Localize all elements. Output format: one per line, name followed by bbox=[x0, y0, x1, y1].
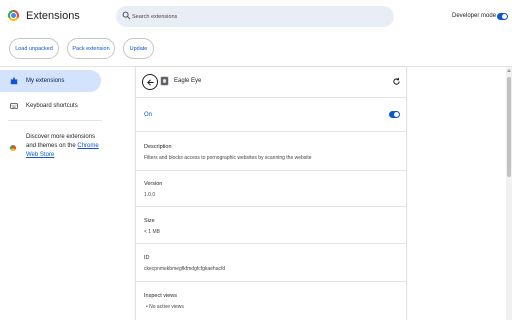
version-value: 1.0.0 bbox=[144, 192, 156, 198]
sidebar-item-my-extensions[interactable]: My extensions bbox=[0, 70, 101, 92]
sidebar-item-label: Keyboard shortcuts bbox=[26, 103, 78, 109]
developer-mode-toggle[interactable] bbox=[497, 13, 508, 20]
inspect-views-text: No active views bbox=[149, 304, 184, 310]
web-store-promo: Discover more extensions and themes on t… bbox=[26, 133, 102, 160]
enabled-status-label: On bbox=[144, 112, 153, 118]
sidebar-divider bbox=[8, 120, 102, 121]
page-title: Extensions bbox=[26, 10, 80, 22]
developer-mode-label: Developer mode bbox=[452, 13, 497, 19]
page-scrollbar[interactable] bbox=[506, 67, 512, 320]
version-label: Version bbox=[144, 181, 163, 187]
section-divider bbox=[136, 97, 406, 98]
scroll-up-arrow-icon[interactable] bbox=[507, 69, 511, 72]
id-label: ID bbox=[144, 255, 150, 261]
scrollbar-thumb[interactable] bbox=[507, 77, 511, 177]
sidebar-item-label: My extensions bbox=[26, 78, 65, 84]
back-button[interactable] bbox=[142, 74, 158, 90]
extension-icon bbox=[160, 76, 169, 86]
load-unpacked-button[interactable]: Load unpacked bbox=[9, 38, 59, 59]
update-button[interactable]: Update bbox=[123, 38, 154, 59]
extension-detail-card: Eagle Eye On Description Filters and blo… bbox=[135, 67, 407, 320]
section-divider bbox=[136, 243, 406, 244]
pack-extension-button[interactable]: Pack extension bbox=[67, 38, 115, 59]
chrome-web-store-icon bbox=[10, 145, 16, 151]
search-input[interactable] bbox=[132, 8, 382, 25]
description-value: Filters and blocks access to pornographi… bbox=[144, 155, 312, 161]
search-icon bbox=[122, 11, 131, 20]
inspect-views-value: • No active views bbox=[146, 304, 184, 310]
extension-name: Eagle Eye bbox=[174, 78, 202, 84]
section-divider bbox=[136, 170, 406, 171]
section-divider bbox=[136, 131, 406, 132]
keyboard-icon bbox=[10, 103, 18, 109]
extension-enable-toggle[interactable] bbox=[389, 111, 400, 118]
reload-icon[interactable] bbox=[392, 77, 401, 86]
description-label: Description bbox=[144, 144, 172, 150]
search-bar[interactable] bbox=[116, 6, 394, 27]
sidebar-item-keyboard-shortcuts[interactable]: Keyboard shortcuts bbox=[0, 95, 101, 117]
inspect-views-label: Inspect views bbox=[144, 293, 178, 299]
puzzle-icon bbox=[10, 77, 18, 85]
chrome-logo-icon bbox=[8, 10, 19, 21]
size-value: < 1 MB bbox=[144, 229, 160, 235]
id-value: ckecpnmekbmegfkfmdgfcfgkaehacfd bbox=[144, 266, 226, 272]
page-header: Extensions Developer mode bbox=[0, 0, 512, 35]
size-label: Size bbox=[144, 218, 155, 224]
section-divider bbox=[136, 206, 406, 207]
section-divider bbox=[136, 281, 406, 282]
arrow-back-icon bbox=[146, 78, 154, 86]
